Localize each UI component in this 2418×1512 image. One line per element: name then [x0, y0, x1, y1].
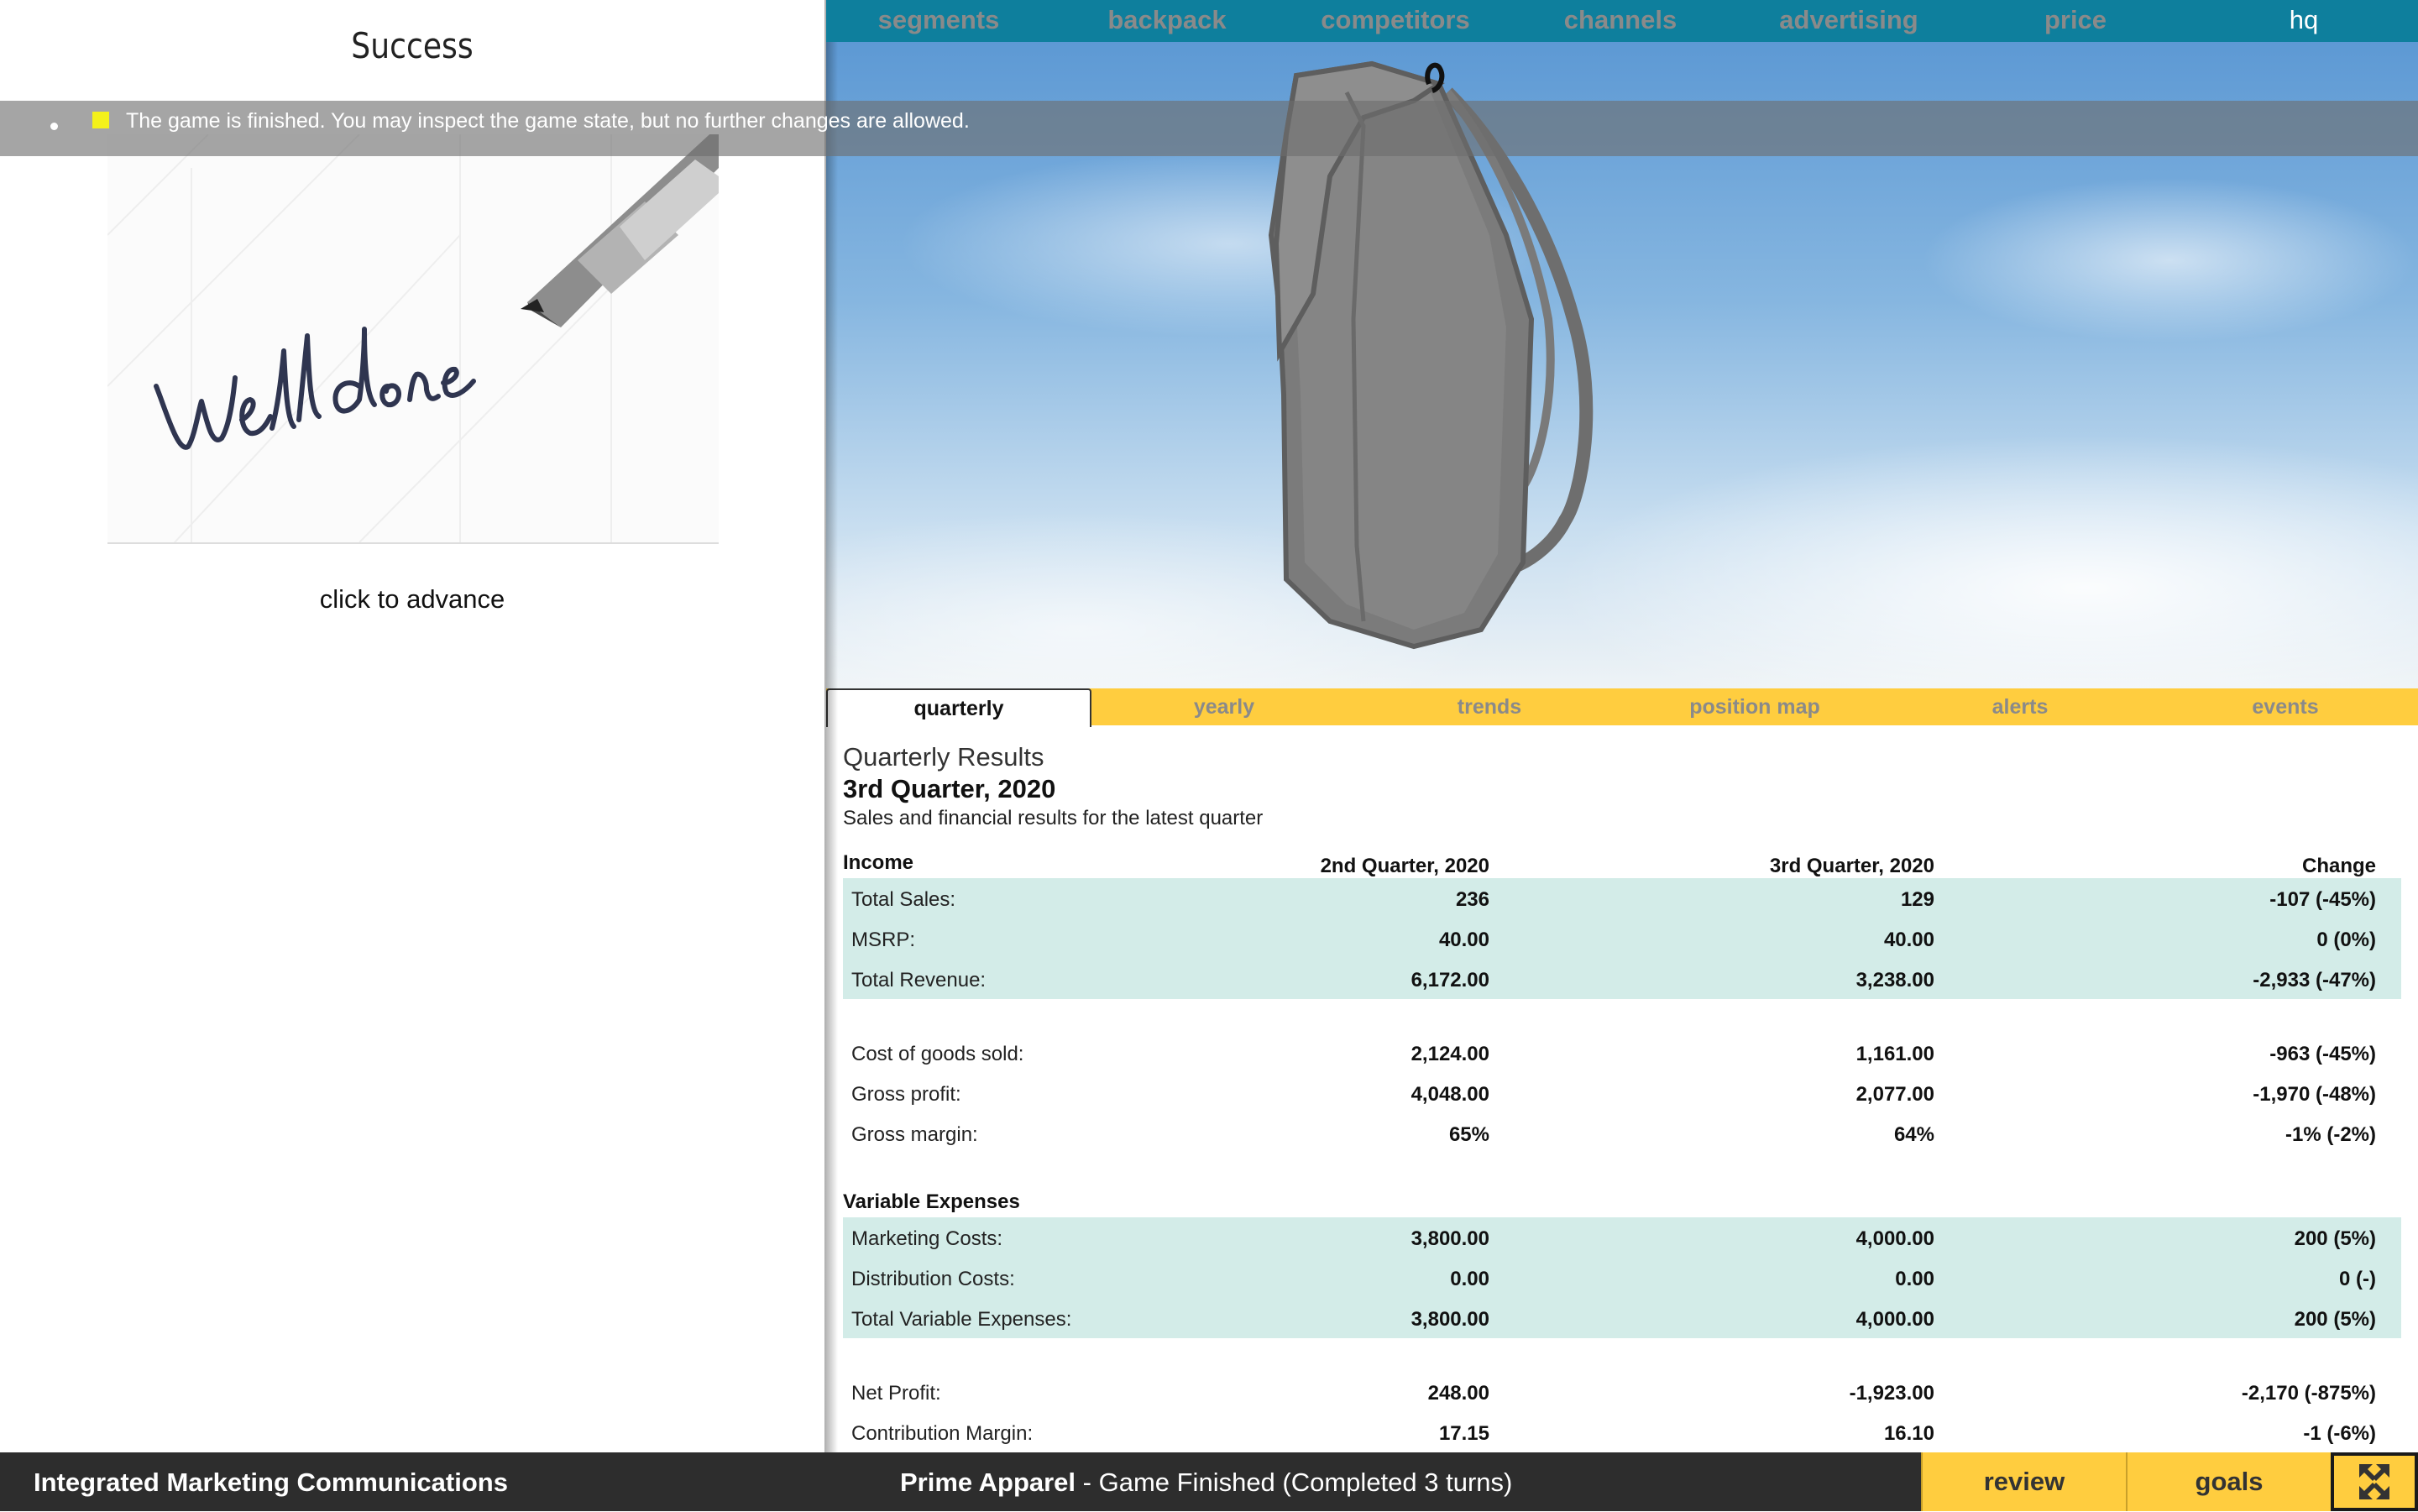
table-row: Total Sales: 236 129 -107 (-45%)	[851, 888, 2376, 911]
success-title: Success	[351, 25, 474, 66]
game-finished-notice: The game is finished. You may inspect th…	[0, 101, 2418, 156]
nav-advertising[interactable]: advertising	[1779, 5, 1918, 35]
quarterly-results: Quarterly Results 3rd Quarter, 2020 Sale…	[843, 740, 2401, 1445]
tab-quarterly[interactable]: quarterly	[826, 688, 1091, 727]
fullscreen-button[interactable]	[2331, 1452, 2418, 1511]
table-row: Contribution Margin: 17.15 16.10 -1 (-6%…	[851, 1422, 2376, 1445]
bullet-icon	[50, 123, 58, 130]
variable-expenses-header: Variable Expenses	[843, 1190, 1020, 1213]
results-description: Sales and financial results for the late…	[843, 807, 1264, 829]
table-row: Cost of goods sold: 2,124.00 1,161.00 -9…	[851, 1043, 2376, 1065]
status-text: - Game Finished (Completed 3 turns)	[1076, 1468, 1513, 1497]
review-button[interactable]: review	[1921, 1452, 2126, 1511]
results-heading: Quarterly Results	[843, 742, 1044, 772]
bottom-bar: Integrated Marketing Communications Prim…	[0, 1452, 2418, 1511]
column-q2: 2nd Quarter, 2020	[1320, 855, 1489, 877]
notice-marker-icon	[92, 112, 109, 128]
table-row: Total Variable Expenses: 3,800.00 4,000.…	[851, 1308, 2376, 1331]
table-row: Marketing Costs: 3,800.00 4,000.00 200 (…	[851, 1227, 2376, 1250]
tab-events[interactable]: events	[2153, 688, 2418, 725]
nav-hq[interactable]: hq	[2290, 5, 2318, 35]
game-status: Prime Apparel - Game Finished (Completed…	[900, 1468, 1512, 1498]
column-q3: 3rd Quarter, 2020	[1769, 855, 1934, 877]
company-name: Prime Apparel	[900, 1468, 1076, 1497]
top-navigation: segments backpack competitors channels a…	[826, 0, 2418, 42]
results-period: 3rd Quarter, 2020	[843, 774, 1056, 803]
well-done-image[interactable]	[107, 134, 719, 544]
notice-text: The game is finished. You may inspect th…	[126, 109, 970, 133]
well-done-handwriting	[154, 327, 476, 450]
goals-button[interactable]: goals	[2126, 1452, 2331, 1511]
success-panel: Success click to advance	[0, 0, 824, 1452]
click-to-advance[interactable]: click to advance	[0, 584, 824, 615]
course-title: Integrated Marketing Communications	[34, 1468, 508, 1497]
table-row: Gross profit: 4,048.00 2,077.00 -1,970 (…	[851, 1083, 2376, 1106]
tab-position-map[interactable]: position map	[1622, 688, 1887, 725]
nav-price[interactable]: price	[2044, 5, 2107, 35]
table-row: Net Profit: 248.00 -1,923.00 -2,170 (-87…	[851, 1382, 2376, 1405]
tab-trends[interactable]: trends	[1357, 688, 1622, 725]
table-row: Gross margin: 65% 64% -1% (-2%)	[851, 1123, 2376, 1146]
table-row: Total Revenue: 6,172.00 3,238.00 -2,933 …	[851, 969, 2376, 991]
tab-yearly[interactable]: yearly	[1091, 688, 1357, 725]
income-header: Income	[843, 851, 914, 874]
nav-backpack[interactable]: backpack	[1107, 5, 1226, 35]
table-row: MSRP: 40.00 40.00 0 (0%)	[851, 929, 2376, 951]
table-row: Distribution Costs: 0.00 0.00 0 (-)	[851, 1268, 2376, 1290]
nav-competitors[interactable]: competitors	[1321, 5, 1469, 35]
column-change: Change	[2301, 855, 2376, 877]
nav-segments[interactable]: segments	[878, 5, 1000, 35]
nav-channels[interactable]: channels	[1564, 5, 1677, 35]
panel-shadow	[824, 0, 838, 1452]
pen-icon	[521, 134, 719, 327]
tab-alerts[interactable]: alerts	[1887, 688, 2153, 725]
report-tabs: quarterly yearly trends position map ale…	[826, 688, 2418, 727]
fullscreen-icon	[2359, 1464, 2389, 1499]
